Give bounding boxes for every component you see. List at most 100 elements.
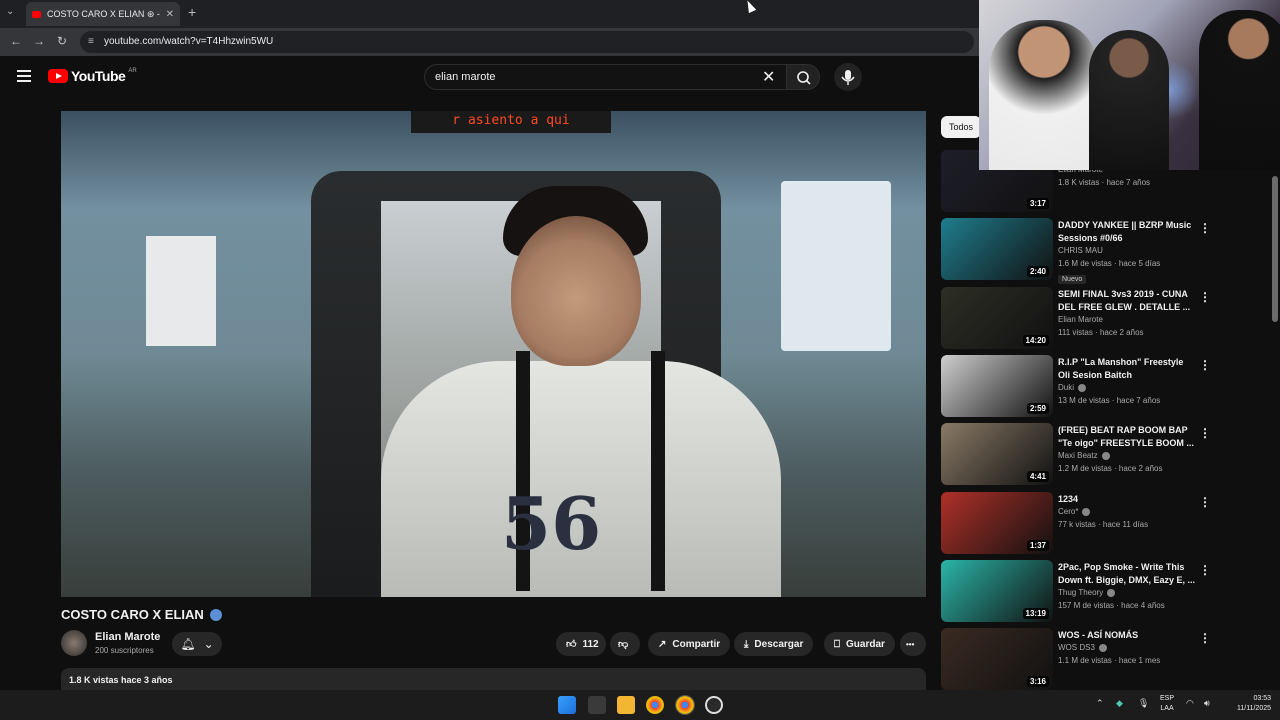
video-meta: 111 vistas · hace 2 años <box>1058 328 1144 337</box>
save-label: Guardar <box>846 638 885 650</box>
bag-strap <box>651 351 665 591</box>
video-title[interactable]: DADDY YANKEE || BZRP Music Sessions #0/6… <box>1058 219 1196 245</box>
video-title[interactable]: SEMI FINAL 3vs3 2019 - CUNA DEL FREE GLE… <box>1058 288 1196 314</box>
search-button[interactable] <box>786 64 820 90</box>
video-meta: 1.2 M de vistas · hace 2 años <box>1058 464 1163 473</box>
more-options-icon[interactable]: ⋮ <box>1199 495 1211 509</box>
music-note-icon <box>209 608 222 621</box>
new-tab-icon[interactable]: + <box>188 4 196 20</box>
share-button[interactable]: ↗ Compartir <box>648 632 731 656</box>
windows-start-icon[interactable] <box>558 696 576 714</box>
video-title[interactable]: WOS - ASÍ NOMÁS <box>1058 629 1196 642</box>
wifi-icon[interactable]: ◠ <box>1186 698 1194 709</box>
verified-check-icon <box>1098 643 1107 652</box>
video-title[interactable]: 2Pac, Pop Smoke - Write This Down ft. Bi… <box>1058 561 1196 587</box>
youtube-logo[interactable]: YouTube AR <box>48 68 137 84</box>
video-duration: 2:40 <box>1026 266 1049 277</box>
language-variant: LAA <box>1160 705 1174 712</box>
dislike-button[interactable]: 👎︎ <box>610 632 640 656</box>
led-sign: r asiento a qui <box>411 111 611 133</box>
channel-name[interactable]: Thug Theory <box>1058 588 1103 597</box>
task-view-icon[interactable] <box>588 696 606 714</box>
video-thumbnail[interactable]: 2:40 <box>941 218 1053 280</box>
input-language[interactable]: ESP LAA <box>1160 694 1174 714</box>
channel-name[interactable]: WOS DS3 <box>1058 643 1095 652</box>
download-icon: ⤓ <box>744 638 749 650</box>
recommended-video[interactable]: 1:37 1234 Cero* 77 k vistas · hace 11 días ⋮ <box>941 492 1271 554</box>
browser-tab-active[interactable]: COSTO CARO X ELIAN ⊛ - YouT ✕ <box>26 2 180 26</box>
file-explorer-icon[interactable] <box>617 696 635 714</box>
site-info-icon[interactable]: ≡ <box>88 31 94 53</box>
video-title[interactable]: R.I.P "La Manshon" Freestyle Oli Sesion … <box>1058 356 1196 382</box>
video-thumbnail[interactable]: 3:16 <box>941 628 1053 690</box>
notification-bell-button[interactable]: 🔔︎ ⌄ <box>172 632 222 656</box>
download-label: Descargar <box>754 638 804 650</box>
recommended-video[interactable]: 2:59 R.I.P "La Manshon" Freestyle Oli Ses… <box>941 355 1271 417</box>
channel-name[interactable]: Maxi Beatz <box>1058 451 1098 460</box>
country-code: AR <box>128 68 137 74</box>
download-button[interactable]: ⤓ Descargar <box>734 632 814 656</box>
channel-avatar[interactable] <box>61 630 87 656</box>
more-options-icon[interactable]: ⋮ <box>1199 221 1211 235</box>
more-options-icon[interactable]: ⋮ <box>1199 426 1211 440</box>
hamburger-menu-icon[interactable] <box>17 70 31 82</box>
reload-icon[interactable]: ↻ <box>57 34 67 48</box>
obs-icon[interactable] <box>705 696 723 714</box>
video-duration: 14:20 <box>1022 335 1049 346</box>
save-button[interactable]: ⎕ Guardar <box>824 632 895 656</box>
recommended-video[interactable]: 3:16 WOS - ASÍ NOMÁS WOS DS3 1.1 M de vista… <box>941 628 1271 690</box>
more-options-icon[interactable]: ⋮ <box>1199 358 1211 372</box>
tab-close-icon[interactable]: ✕ <box>166 9 174 20</box>
tab-title: COSTO CARO X ELIAN ⊛ - YouT <box>47 8 160 19</box>
back-arrow-icon[interactable]: ← <box>10 34 22 48</box>
video-title[interactable]: (FREE) BEAT RAP BOOM BAP "Te oigo" FREES… <box>1058 424 1196 450</box>
recommended-video[interactable]: 13:19 2Pac, Pop Smoke - Write This Down f… <box>941 560 1271 622</box>
network-shield-icon[interactable]: ◆ <box>1116 698 1123 709</box>
video-duration: 2:59 <box>1026 403 1049 414</box>
video-player[interactable]: r asiento a qui 56 <box>61 111 926 597</box>
channel-name[interactable]: Duki <box>1058 383 1074 392</box>
video-duration: 4:41 <box>1026 471 1049 482</box>
video-meta: 1.8 K vistas · hace 7 años <box>1058 178 1151 187</box>
description-box[interactable]: 1.8 K vistas hace 3 años <box>61 668 926 690</box>
video-meta: 13 M de vistas · hace 7 años <box>1058 396 1161 405</box>
recommended-video[interactable]: 2:40 DADDY YANKEE || BZRP Music Sessions … <box>941 218 1271 284</box>
verified-check-icon <box>1107 588 1116 597</box>
channel-row: Cero* <box>1058 507 1091 516</box>
channel-name[interactable]: Cero* <box>1058 507 1078 516</box>
chrome-active-icon[interactable] <box>675 695 695 715</box>
video-thumbnail[interactable]: 4:41 <box>941 423 1053 485</box>
chrome-icon[interactable] <box>646 696 664 714</box>
video-title: COSTO CARO X ELIAN <box>61 607 222 622</box>
clear-search-icon[interactable]: ✕ <box>762 67 775 87</box>
address-bar[interactable]: ≡ youtube.com/watch?v=T4Hhzwin5WU <box>80 31 974 53</box>
search-input[interactable]: elian marote <box>424 64 788 90</box>
video-title[interactable]: 1234 <box>1058 493 1196 506</box>
video-thumbnail[interactable]: 2:59 <box>941 355 1053 417</box>
more-options-icon[interactable]: ⋮ <box>1199 563 1211 577</box>
channel-name[interactable]: Elian Marote <box>1058 315 1103 324</box>
video-thumbnail[interactable]: 1:37 <box>941 492 1053 554</box>
filter-chip-todos[interactable]: Todos <box>941 116 981 138</box>
clock[interactable]: 03:53 11/11/2025 <box>1225 694 1271 714</box>
channel-name[interactable]: Elian Marote <box>95 631 160 643</box>
microphone-tray-icon[interactable]: 🎙︎ <box>1138 698 1149 709</box>
voice-search-button[interactable] <box>834 63 862 91</box>
more-options-icon[interactable]: ⋮ <box>1199 290 1211 304</box>
recommended-video[interactable]: 4:41 (FREE) BEAT RAP BOOM BAP "Te oigo" F… <box>941 423 1271 485</box>
channel-name[interactable]: CHRIS MAU <box>1058 246 1103 255</box>
forward-arrow-icon[interactable]: → <box>33 34 45 48</box>
more-options-icon[interactable]: ⋮ <box>1199 631 1211 645</box>
video-thumbnail[interactable]: 14:20 <box>941 287 1053 349</box>
scrollbar[interactable] <box>1272 176 1278 322</box>
recommended-video[interactable]: 14:20 SEMI FINAL 3vs3 2019 - CUNA DEL FRE… <box>941 287 1271 349</box>
video-thumbnail[interactable]: 13:19 <box>941 560 1053 622</box>
channel-row: Thug Theory <box>1058 588 1116 597</box>
tray-overflow-icon[interactable]: ⌃ <box>1096 698 1104 709</box>
more-actions-button[interactable]: ••• <box>900 632 926 656</box>
tab-search-icon[interactable]: ⌄ <box>6 6 14 17</box>
language-code: ESP <box>1160 695 1175 702</box>
like-button[interactable]: 👍︎ 112 <box>556 632 606 656</box>
volume-icon[interactable]: 🔊︎ <box>1204 698 1210 709</box>
address-url: youtube.com/watch?v=T4Hhzwin5WU <box>104 36 274 47</box>
